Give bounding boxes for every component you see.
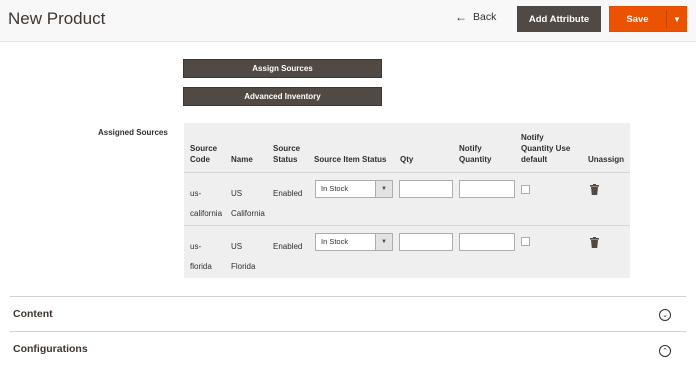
column-header-text: Source [273,144,301,153]
page-title: New Product [8,9,106,28]
column-header-source-code: Source Code [190,143,217,165]
column-header-notify-use-default: Notify Quantity Use default [521,132,570,165]
cell-text: us- [190,242,202,251]
chevron-down-icon[interactable]: ⌄ [659,309,671,321]
trash-icon[interactable] [590,184,599,195]
column-header-text: Source [190,144,218,153]
trash-icon[interactable] [590,237,599,248]
notify-quantity-input[interactable] [459,233,515,251]
cell-text: US [231,189,243,198]
section-configurations[interactable]: Configurations ⌃ [10,331,686,365]
cell-text: us- [190,189,202,198]
cell-text: california [190,209,223,218]
notify-use-default-checkbox[interactable] [521,237,530,246]
chevron-up-icon[interactable]: ⌃ [659,345,671,357]
save-button-group: Save ▼ [609,6,687,32]
arrow-left-icon: ← [455,10,467,24]
section-configurations-title: Configurations [13,343,88,355]
save-button[interactable]: Save [610,7,665,31]
add-attribute-button[interactable]: Add Attribute [517,6,601,32]
column-header-source-item-status: Source Item Status [314,155,387,164]
column-header-text: Quantity Use [521,144,571,153]
column-header-text: Code [190,155,210,164]
column-header-source-status: Source Status [273,143,300,165]
cell-source-code: us- california [190,184,222,224]
qty-input[interactable] [399,233,453,251]
assigned-sources-label: Assigned Sources [98,128,168,137]
select-value: In Stock [321,237,349,246]
cell-source-status: Enabled [273,242,303,251]
caret-down-icon: ▼ [375,234,392,250]
column-header-unassign: Unassign [588,155,625,164]
column-header-text: Notify [459,144,482,153]
back-button-label: Back [473,11,497,23]
assign-sources-button[interactable]: Assign Sources [183,59,382,78]
row-divider [184,225,630,226]
column-header-notify-quantity: Notify Quantity [459,143,491,165]
column-header-name: Name [231,155,253,164]
cell-name: US Florida [231,237,255,277]
caret-down-icon: ▼ [673,14,681,24]
qty-input[interactable] [399,180,453,198]
caret-down-icon: ▼ [375,181,392,197]
page-header: New Product ← Back Add Attribute Save ▼ [0,0,696,42]
column-header-text: Status [273,155,298,164]
cell-source-status: Enabled [273,189,303,198]
advanced-inventory-button[interactable]: Advanced Inventory [183,87,382,106]
row-divider [184,172,630,173]
cell-text: US [231,242,243,251]
column-header-text: Quantity [459,155,492,164]
cell-text: florida [190,262,212,271]
select-value: In Stock [321,184,349,193]
source-item-status-select[interactable]: In Stock ▼ [315,233,393,251]
cell-source-code: us- florida [190,237,212,277]
section-content-title: Content [13,308,53,320]
back-button[interactable]: ← Back [455,11,496,23]
save-options-toggle[interactable]: ▼ [667,7,687,31]
cell-text: California [231,209,265,218]
assigned-sources-grid: Source Code Name Source Status Source It… [184,123,630,278]
source-item-status-select[interactable]: In Stock ▼ [315,180,393,198]
cell-text: Florida [231,262,256,271]
cell-name: US California [231,184,265,224]
column-header-text: Notify [521,133,544,142]
notify-quantity-input[interactable] [459,180,515,198]
column-header-text: default [521,155,548,164]
section-content[interactable]: Content ⌄ [10,296,686,331]
notify-use-default-checkbox[interactable] [521,185,530,194]
column-header-qty: Qty [400,155,414,164]
